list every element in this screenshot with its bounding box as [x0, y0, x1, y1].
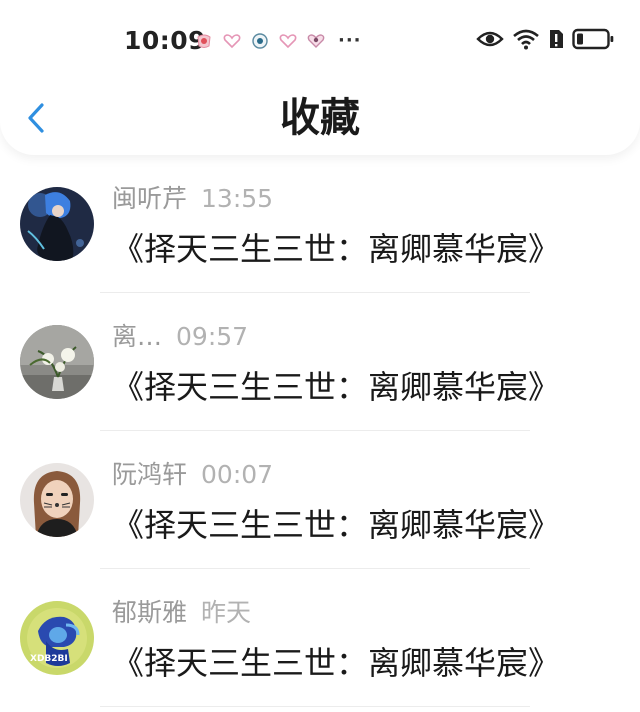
wifi-icon: [512, 28, 540, 54]
item-time: 00:07: [201, 460, 274, 489]
list-item[interactable]: 阮鸿轩 00:07 《择天三生三世：离卿慕华宸》: [0, 431, 640, 569]
app-notification-icon: [194, 31, 214, 51]
page-title: 收藏: [280, 95, 360, 141]
item-content: 《择天三生三世：离卿慕华宸》: [112, 644, 561, 682]
more-notifications-icon: ···: [338, 30, 362, 51]
avatar[interactable]: XDB2BI: [20, 601, 94, 675]
sender-name: 阮鸿轩: [112, 460, 188, 489]
battery-icon: [572, 28, 614, 54]
header: 10:09 ··· 收藏: [0, 0, 640, 155]
heart-notification-icon: [278, 31, 298, 51]
heart-notification-icon: [306, 31, 326, 51]
sender-name: 郁斯雅: [112, 598, 188, 627]
item-time: 昨天: [201, 598, 252, 627]
avatar[interactable]: [20, 463, 94, 537]
avatar[interactable]: [20, 325, 94, 399]
sender-name: 离…: [112, 322, 163, 351]
item-content: 《择天三生三世：离卿慕华宸》: [112, 506, 561, 544]
item-content: 《择天三生三世：离卿慕华宸》: [112, 368, 561, 406]
item-meta: 闽听芹 13:55: [112, 183, 273, 215]
notification-icons: ···: [194, 30, 362, 52]
system-icons: [476, 28, 614, 54]
list-item[interactable]: XDB2BI 郁斯雅 昨天 《择天三生三世：离卿慕华宸》: [0, 569, 640, 707]
item-meta: 郁斯雅 昨天: [112, 597, 251, 629]
status-bar: 10:09 ···: [0, 0, 640, 80]
sender-name: 闽听芹: [112, 184, 188, 213]
avatar-text: XDB2BI: [30, 654, 68, 664]
sim-alert-icon: [548, 28, 564, 54]
divider: [100, 706, 530, 707]
item-time: 09:57: [176, 322, 249, 351]
item-meta: 阮鸿轩 00:07: [112, 459, 273, 491]
eye-icon: [476, 29, 504, 53]
favorites-list: 闽听芹 13:55 《择天三生三世：离卿慕华宸》 离… 09:57 《择天三生三世：…: [0, 155, 640, 707]
item-time: 13:55: [201, 184, 274, 213]
item-content: 《择天三生三世：离卿慕华宸》: [112, 230, 561, 268]
item-meta: 离… 09:57: [112, 321, 248, 353]
list-item[interactable]: 闽听芹 13:55 《择天三生三世：离卿慕华宸》: [0, 155, 640, 293]
nav-bar: 收藏: [0, 80, 640, 155]
list-item[interactable]: 离… 09:57 《择天三生三世：离卿慕华宸》: [0, 293, 640, 431]
heart-notification-icon: [222, 31, 242, 51]
face-notification-icon: [250, 31, 270, 51]
avatar[interactable]: [20, 187, 94, 261]
